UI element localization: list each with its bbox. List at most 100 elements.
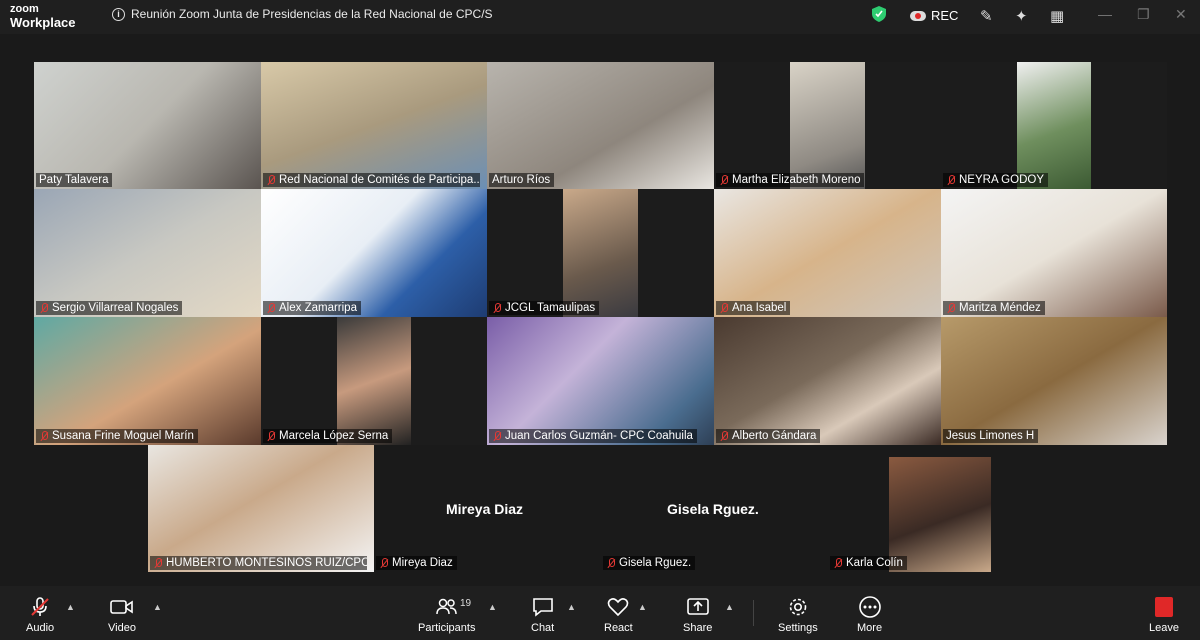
participant-name: Juan Carlos Guzmán- CPC Coahuila: [505, 430, 693, 442]
participant-name: HUMBERTO MONTESINOS RUIZ/CPC ...: [166, 557, 367, 569]
audio-button[interactable]: Audio: [26, 586, 54, 640]
cloud-record-icon: [910, 10, 926, 21]
leave-label: Leave: [1149, 622, 1179, 634]
toolbar-divider: [753, 600, 754, 626]
muted-mic-icon: [833, 557, 843, 569]
video-options-chevron-icon[interactable]: ▲: [153, 602, 162, 612]
settings-button[interactable]: Settings: [778, 586, 818, 640]
video-tile[interactable]: Maritza Méndez: [941, 189, 1167, 317]
video-tile-active-speaker[interactable]: Arturo Ríos: [487, 62, 714, 189]
muted-mic-icon: [719, 302, 729, 314]
leave-door-icon: [1154, 595, 1173, 619]
participant-name: Sergio Villarreal Nogales: [52, 302, 179, 314]
video-tile[interactable]: Alex Zamarripa: [261, 189, 487, 317]
video-tile[interactable]: NEYRA GODOY: [941, 62, 1167, 189]
participants-options-chevron-icon[interactable]: ▲: [488, 602, 497, 612]
participant-name: Martha Elizabeth Moreno: [732, 174, 861, 186]
react-button[interactable]: React: [604, 586, 633, 640]
muted-mic-icon: [379, 557, 389, 569]
participant-name: Alberto Gándara: [732, 430, 817, 442]
share-options-chevron-icon[interactable]: ▲: [725, 602, 734, 612]
participant-name: Marcela López Serna: [279, 430, 389, 442]
meeting-info[interactable]: i Reunión Zoom Junta de Presidencias de …: [112, 7, 493, 21]
brand-top: zoom: [10, 3, 39, 15]
restore-icon[interactable]: ❐: [1137, 6, 1150, 23]
participants-count: 19: [460, 598, 472, 609]
video-tile[interactable]: Jesus Limones H: [941, 317, 1167, 445]
participant-name: Maritza Méndez: [959, 302, 1041, 314]
participant-name: Alex Zamarripa: [279, 302, 357, 314]
recording-indicator[interactable]: REC: [910, 8, 958, 23]
video-tile-video-off[interactable]: Gisela Rguez. Gisela Rguez.: [601, 445, 828, 572]
participant-name: Susana Frine Moguel Marín: [52, 430, 194, 442]
muted-mic-icon: [153, 557, 163, 569]
heart-icon: [607, 595, 629, 619]
security-shield-icon[interactable]: [872, 6, 886, 22]
participant-name: Karla Colín: [846, 557, 903, 569]
minimize-icon[interactable]: —: [1098, 6, 1112, 22]
pen-sparkle-icon[interactable]: ✎: [980, 7, 993, 25]
video-tile[interactable]: Karla Colín: [828, 445, 1054, 572]
leave-button[interactable]: Leave: [1149, 586, 1179, 640]
muted-mic-icon: [266, 174, 276, 186]
video-tile[interactable]: Marcela López Serna: [261, 317, 487, 445]
muted-mic-icon: [266, 430, 276, 442]
muted-mic-icon: [946, 302, 956, 314]
more-dots-icon: [858, 595, 882, 619]
share-label: Share: [683, 622, 713, 634]
video-tile[interactable]: Juan Carlos Guzmán- CPC Coahuila: [487, 317, 714, 445]
video-tile[interactable]: Red Nacional de Comités de Participa...: [261, 62, 487, 189]
muted-mic-icon: [29, 595, 51, 619]
video-tile[interactable]: Sergio Villarreal Nogales: [34, 189, 261, 317]
participant-name: Paty Talavera: [39, 174, 109, 186]
gear-icon: [787, 595, 809, 619]
participant-display-name: Mireya Diaz: [446, 501, 524, 517]
video-tile[interactable]: JCGL Tamaulipas: [487, 189, 714, 317]
video-tile[interactable]: Ana Isabel: [714, 189, 941, 317]
meeting-toolbar: Audio ▲ Video ▲ Participants 19 ▲ Chat ▲…: [0, 586, 1200, 640]
participant-name: JCGL Tamaulipas: [505, 302, 596, 314]
muted-mic-icon: [492, 302, 502, 314]
video-tile[interactable]: Paty Talavera: [34, 62, 261, 189]
video-tile[interactable]: Alberto Gándara: [714, 317, 941, 445]
muted-mic-icon: [606, 557, 616, 569]
chat-label: Chat: [531, 622, 555, 634]
meeting-title: Reunión Zoom Junta de Presidencias de la…: [131, 7, 493, 21]
info-icon[interactable]: i: [112, 7, 125, 21]
participant-name: Gisela Rguez.: [619, 557, 692, 569]
participant-name: Mireya Diaz: [392, 557, 453, 569]
video-tile[interactable]: Martha Elizabeth Moreno: [714, 62, 941, 189]
video-button[interactable]: Video: [108, 586, 136, 640]
audio-label: Audio: [26, 622, 55, 634]
video-tile[interactable]: Susana Frine Moguel Marín: [34, 317, 261, 445]
close-icon[interactable]: ✕: [1175, 6, 1187, 23]
chat-bubble-icon: [532, 595, 554, 619]
brand-bottom: Workplace: [10, 15, 76, 30]
video-camera-icon: [110, 595, 134, 619]
more-button[interactable]: More: [857, 586, 882, 640]
participant-display-name: Gisela Rguez.: [667, 501, 759, 517]
muted-mic-icon: [719, 174, 729, 186]
participants-label: Participants: [418, 622, 476, 634]
title-bar: zoom Workplace i Reunión Zoom Junta de P…: [0, 0, 1200, 34]
react-options-chevron-icon[interactable]: ▲: [638, 602, 647, 612]
react-label: React: [604, 622, 633, 634]
muted-mic-icon: [39, 430, 49, 442]
ai-companion-icon[interactable]: ✦: [1015, 7, 1028, 25]
share-screen-icon: [686, 595, 709, 619]
zoom-logo: zoom Workplace: [10, 3, 76, 29]
participants-button[interactable]: Participants: [418, 586, 475, 640]
chat-options-chevron-icon[interactable]: ▲: [567, 602, 576, 612]
muted-mic-icon: [39, 302, 49, 314]
video-tile[interactable]: HUMBERTO MONTESINOS RUIZ/CPC ...: [148, 445, 374, 572]
share-button[interactable]: Share: [683, 586, 712, 640]
apps-grid-icon[interactable]: ▦: [1050, 7, 1064, 25]
audio-options-chevron-icon[interactable]: ▲: [66, 602, 75, 612]
settings-label: Settings: [778, 622, 818, 634]
more-label: More: [857, 622, 883, 634]
muted-mic-icon: [946, 174, 956, 186]
video-tile-video-off[interactable]: Mireya Diaz Mireya Diaz: [374, 445, 601, 572]
muted-mic-icon: [719, 430, 729, 442]
chat-button[interactable]: Chat: [531, 586, 554, 640]
muted-mic-icon: [492, 430, 502, 442]
